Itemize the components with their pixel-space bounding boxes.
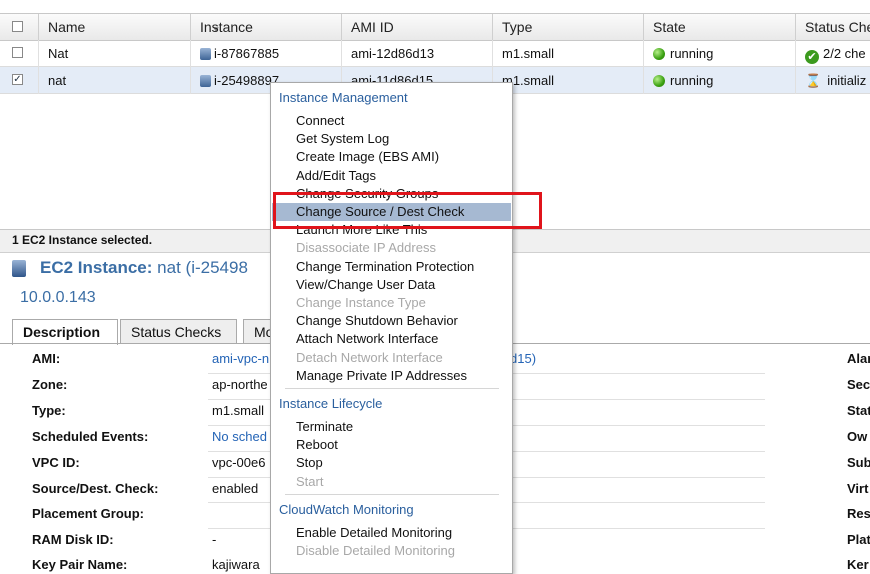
cell-state-label: running [670,73,714,88]
menu-item-create-image-ebs-ami[interactable]: Create Image (EBS AMI) [272,148,511,166]
right-field-label: Plat [847,532,870,547]
menu-item-start: Start [296,473,324,489]
cell-status-label: initializ [827,73,867,88]
cell-type: m1.small [492,67,644,94]
menu-item-change-instance-type: Change Instance Type [296,295,426,310]
field-label: Source/Dest. Check: [32,481,159,496]
detail-title-name: nat (i-25498 [157,258,248,277]
menu-separator [285,388,499,389]
table-row[interactable]: Nat i-87867885 ami-12d86d13 m1.small run… [0,40,870,67]
menu-item-attach-network-interface[interactable]: Attach Network Interface [272,330,511,348]
row-checkbox[interactable]: ✓ [12,74,23,85]
tab-description[interactable]: Description [12,319,118,345]
menu-item-enable-detailed-monitoring[interactable]: Enable Detailed Monitoring [272,524,511,542]
cell-ami-id: ami-12d86d13 [341,40,493,67]
cell-status-checks: ✔ 2/2 che [795,40,870,67]
cell-status-checks: ⌛ initializ [795,67,870,94]
field-value[interactable]: No sched [212,429,267,444]
table-header: Name ⯆ Instance AMI ID Type State Status … [0,13,870,41]
column-header-label: Instance [200,19,253,35]
field-label: Key Pair Name: [32,557,128,572]
ami-link-suffix[interactable]: d15) [510,351,536,366]
column-header-label: Name [48,19,86,35]
right-field-label: Virt [847,481,869,496]
cell-state: running [643,40,796,67]
instance-icon [200,75,211,87]
running-status-icon [653,48,665,60]
right-field-label: Alar [847,351,870,366]
callout-highlight-box [273,192,542,229]
field-value: kajiwara [212,557,260,572]
menu-item-reboot[interactable]: Reboot [272,436,511,454]
menu-item-disable-detailed-monitoring: Disable Detailed Monitoring [296,543,455,558]
column-header-instance[interactable]: Instance [190,14,342,40]
tab-status-checks[interactable]: Status Checks [120,319,237,343]
menu-item-detach-network-interface: Detach Network Interface [296,349,443,365]
field-value[interactable]: ami-vpc-n [212,351,269,366]
row-checkbox[interactable] [12,47,23,58]
menu-item-change-shutdown-behavior[interactable]: Change Shutdown Behavior [272,312,511,330]
column-header-type[interactable]: Type [492,14,644,40]
field-label: Scheduled Events: [32,429,149,444]
column-header-label: State [653,19,686,35]
field-value: enabled [212,481,259,496]
cell-status-label: 2/2 che [823,46,866,61]
menu-item-stop[interactable]: Stop [272,454,511,472]
menu-item-manage-private-ip-addresses[interactable]: Manage Private IP Addresses [272,367,511,385]
field-value: m1.small [212,403,265,418]
field-label: Zone: [32,377,68,392]
cell-state: running [643,67,796,94]
column-header-label: Type [502,19,533,35]
menu-section-header: Instance Management [279,90,408,105]
column-header-label: AMI ID [351,19,394,35]
menu-item-change-termination-protection[interactable]: Change Termination Protection [272,258,511,276]
cell-instance: i-87867885 [190,40,342,67]
cell-state-label: running [670,46,714,61]
context-menu: Instance Management Connect Get System Log… [270,82,513,574]
selection-count: 1 EC2 Instance selected. [12,233,153,247]
hourglass-icon: ⌛ [805,73,822,88]
running-status-icon [653,75,665,87]
right-field-label: Stat [847,403,870,418]
field-value: ap-northe [212,377,268,392]
field-value: - [212,532,217,547]
menu-section-header: Instance Lifecycle [279,396,383,411]
column-header-name[interactable]: Name ⯆ [38,14,220,40]
menu-separator [285,493,499,495]
right-field-label: Ker [847,557,869,572]
field-label: AMI: [32,351,61,366]
field-value: vpc-00e6 [212,455,266,470]
menu-section-header: CloudWatch Monitoring [279,501,414,517]
column-header-status-checks[interactable]: Status Che [795,14,870,40]
instance-ip: 10.0.0.143 [20,289,96,306]
menu-item-view-change-user-data[interactable]: View/Change User Data [272,276,511,294]
cell-instance-id: i-87867885 [214,46,280,61]
select-all-checkbox[interactable] [12,21,23,32]
ec2-instance-icon [12,260,26,277]
column-header-label: Status Che [805,19,870,35]
field-label: RAM Disk ID: [32,532,114,547]
instance-icon [200,48,211,60]
field-label: VPC ID: [32,455,80,470]
right-field-label: Sub [847,455,870,470]
right-field-label: Res [847,506,870,521]
detail-title-label: EC2 Instance: [40,258,153,277]
right-field-label: Ow [847,429,868,444]
menu-item-add-edit-tags[interactable]: Add/Edit Tags [272,167,511,185]
cell-name: Nat [38,40,191,67]
field-label: Placement Group: [32,506,144,521]
menu-item-terminate[interactable]: Terminate [272,418,511,436]
menu-item-get-system-log[interactable]: Get System Log [272,130,511,148]
column-header-ami-id[interactable]: AMI ID [341,14,493,40]
right-field-label: Sec [847,377,870,392]
check-passed-icon: ✔ [805,50,819,64]
column-header-state[interactable]: State [643,14,796,40]
cell-name: nat [38,67,191,94]
menu-item-disassociate-ip-address: Disassociate IP Address [296,240,436,256]
menu-item-connect[interactable]: Connect [272,112,511,130]
field-label: Type: [32,403,66,418]
detail-title: EC2 Instance: nat (i-25498 [40,258,248,278]
cell-type: m1.small [492,40,644,67]
